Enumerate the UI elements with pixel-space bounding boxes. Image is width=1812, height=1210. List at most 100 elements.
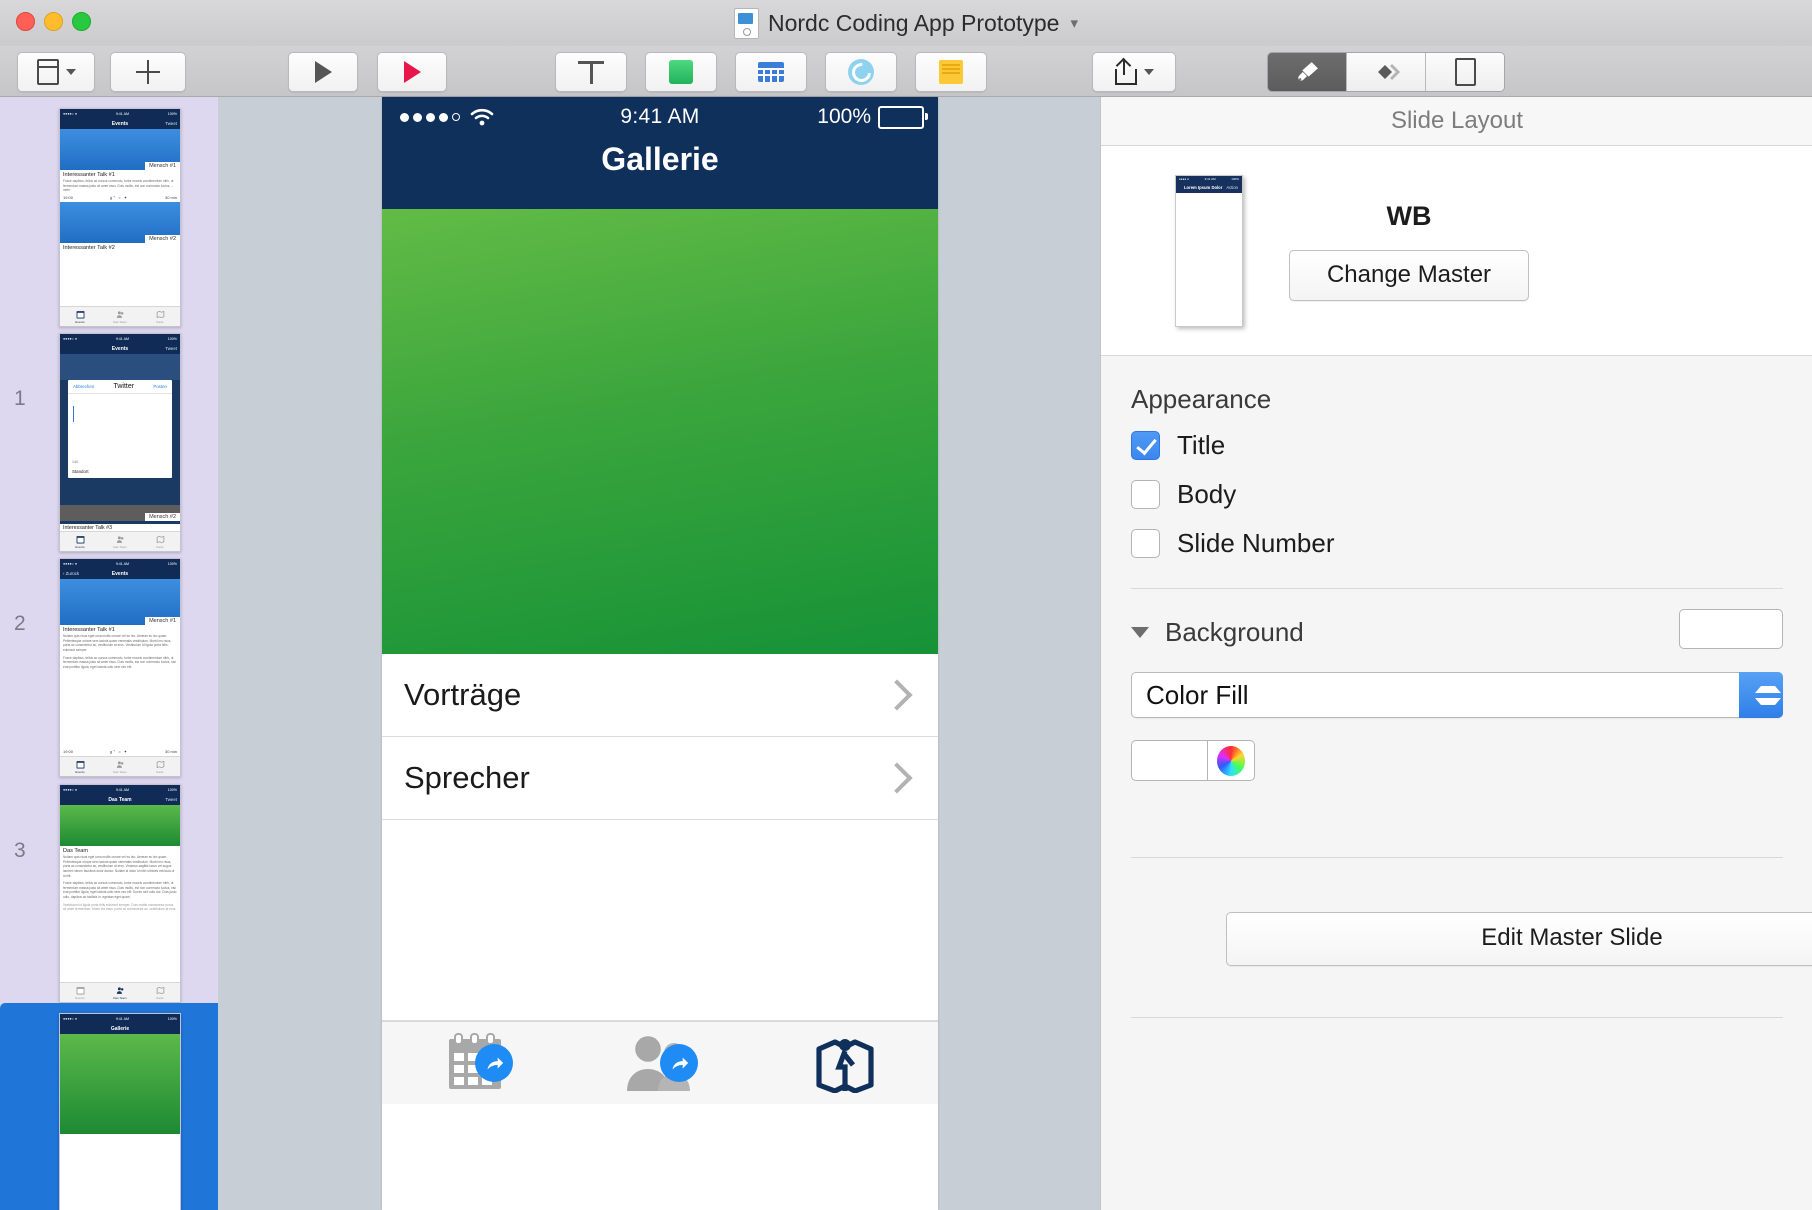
keynote-window: Nordc Coding App Prototype ▾ 1 ●●●●○ ● 9… [0,0,1812,1210]
appearance-section-title: Appearance [1131,384,1272,414]
hyperlink-badge-icon[interactable] [474,1044,513,1082]
thumb-heading: Interessanter Talk #1 [63,627,115,633]
thumb-hero-1: Mensch #1 [60,129,180,170]
media-icon [848,59,874,85]
thumb-heading: Interessanter Talk #1 [63,172,115,178]
tab-map[interactable] [753,1022,938,1104]
insert-media-button[interactable] [825,52,897,92]
slide-number-2: 2 [14,612,26,635]
chevron-right-icon [881,762,913,794]
insert-comment-button[interactable] [915,52,987,92]
status-battery: 100% [817,105,928,129]
title-bar: Nordc Coding App Prototype ▾ [0,0,1812,47]
slide-thumbnail-3[interactable]: ●●●●○ ● 9:41 AM 100% ‹ Zurück Events Mensc… [59,558,181,777]
chevron-down-icon [1143,69,1154,75]
thumb-back-button: ‹ Zurück [63,571,80,576]
slide-canvas[interactable]: 9:41 AM 100% Gallerie Vorträge Sprecher [218,97,1100,1210]
background-preview-well[interactable] [1679,609,1783,649]
background-label: Background [1165,617,1304,647]
view-navigator-icon [36,59,59,85]
chevron-down-icon[interactable]: ▾ [1070,14,1078,32]
tab-format[interactable] [1268,53,1347,91]
list-item-label: Sprecher [404,760,530,795]
current-slide[interactable]: 9:41 AM 100% Gallerie Vorträge Sprecher [382,97,938,1210]
thumb-caption-2: Mensch #2 [145,513,180,521]
tab-events[interactable] [382,1022,567,1104]
master-thumb-title: Lorem Ipsum Dolor [1183,185,1223,190]
slide-thumbnail-1[interactable]: ●●●●○ ● 9:41 AM 100% Events Tweet Mensch… [59,108,181,327]
slide-thumbnail-2[interactable]: ●●●●○ ● 9:41 AM 100% Events Tweet Abbreche… [59,333,181,552]
appearance-option-title[interactable]: Title [1101,421,1812,470]
thumb-body-2: Fusce dapibus, tellus ac cursus commodo,… [63,881,177,900]
checkbox-title[interactable] [1131,431,1160,460]
slide-thumbnail-5[interactable]: ●●●●○ ● 9:41 AM 100% Gallerie [59,1013,181,1210]
fill-type-value: Color Fill [1146,679,1249,710]
thumb-meta: 19:00 g⁺ = ✦ 30 min [63,194,177,200]
battery-full-icon [878,105,928,129]
hero-image[interactable] [382,209,938,654]
insert-text-button[interactable] [555,52,627,92]
slide-number-1: 1 [14,387,26,410]
thumb-status-bar: ●●●●○ ● 9:41 AM 100% [60,109,180,118]
chevron-up-icon [1755,685,1781,693]
appearance-option-slide-number[interactable]: Slide Number [1101,519,1812,568]
inspector-title: Slide Layout [1390,107,1524,134]
play-record-button[interactable] [377,52,447,92]
inspector-panel: Slide Layout ●●●● ● 9:41 AM 100% Lorem Ips… [1100,97,1812,1210]
thumb-body-1: Nullam quis risus eget urna mollis ornar… [63,634,172,652]
table-icon [758,62,784,82]
master-slide-name: WB [1386,200,1432,231]
share-icon [1114,59,1137,85]
thumb-caption-2: Mensch #2 [145,234,180,243]
share-button[interactable] [1092,52,1176,92]
tab-document[interactable] [1426,53,1504,91]
list-empty-area [382,820,938,1021]
tab-team[interactable] [567,1022,752,1104]
fill-color-swatch[interactable] [1131,740,1208,781]
thumb-status-bar: ●●●●○ ● 9:41 AM 100% [60,334,180,343]
section-divider [1131,1017,1783,1018]
hyperlink-badge-icon[interactable] [659,1044,698,1082]
section-divider [1131,857,1783,858]
add-slide-button[interactable] [110,52,186,92]
chevron-down-icon [1755,697,1781,705]
document-title: Nordc Coding App Prototype ▾ [0,6,1812,40]
appearance-option-body[interactable]: Body [1101,470,1812,519]
thumb-hero-1: Mensch #1 [60,579,180,625]
sheet-char-count: 140 [72,460,78,464]
thumb-heading-2: Interessanter Talk #2 [63,244,115,251]
master-thumb-nav: Lorem Ipsum Dolor Action [1176,182,1242,193]
document-icon [1454,58,1476,86]
tab-animate[interactable] [1347,53,1426,91]
toolbar [0,46,1812,97]
list-item[interactable]: Sprecher [382,737,938,820]
sheet-title: Twitter [113,383,135,390]
plus-icon [136,60,160,84]
checkbox-slide-number[interactable] [1131,529,1160,558]
slide-navigator[interactable]: 1 ●●●●○ ● 9:41 AM 100% Events Tweet Mens… [0,97,218,1210]
fill-type-select[interactable]: Color Fill [1131,672,1783,718]
triangle-down-icon[interactable] [1131,627,1149,638]
insert-shape-button[interactable] [645,52,717,92]
thumb-nav-bar: Das Team Tweet [60,794,180,805]
change-master-button[interactable]: Change Master [1289,249,1529,301]
thumb-heading: Das Team [63,848,89,854]
master-thumb-action: Action [1226,185,1238,190]
edit-master-slide-button[interactable]: Edit Master Slide [1226,912,1812,966]
list-item[interactable]: Vorträge [382,654,938,737]
checkbox-body-label: Body [1177,479,1237,509]
master-slide-meta: WB Change Master [1289,201,1529,301]
background-section-header[interactable]: Background [1101,589,1812,649]
thumb-tab-bar: Events Das Team Karte [60,531,180,551]
fill-type-stepper[interactable] [1739,672,1783,718]
play-button[interactable] [288,52,358,92]
color-picker-button[interactable] [1208,740,1255,781]
insert-table-button[interactable] [735,52,807,92]
master-slide-thumbnail[interactable]: ●●●● ● 9:41 AM 100% Lorem Ipsum Dolor Acti… [1175,174,1243,327]
checkbox-body[interactable] [1131,480,1160,509]
thumb-caption: Mensch #1 [145,617,180,625]
slide-thumbnail-4[interactable]: ●●●●○ ● 9:41 AM 100% Das Team Tweet Das Te… [59,784,181,1003]
view-navigator-button[interactable] [17,52,95,92]
thumb-hero-green [60,805,180,846]
thumb-body: Fusce dapibus, tellus ac cursus commodo,… [63,179,174,193]
